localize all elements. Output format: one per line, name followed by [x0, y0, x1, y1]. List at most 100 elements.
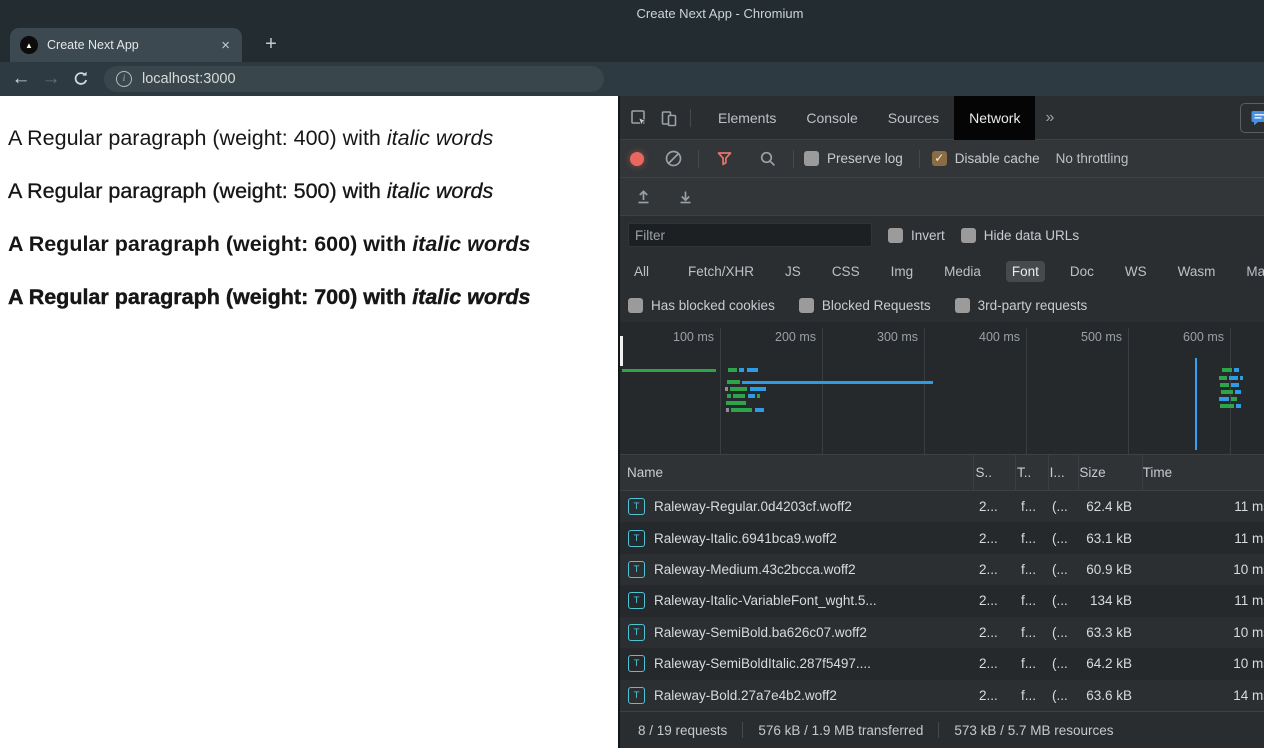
- blocked-requests-checkbox[interactable]: [798, 297, 814, 313]
- font-file-icon: T: [628, 623, 645, 641]
- network-request-row[interactable]: T Raleway-SemiBoldItalic.287f5497.... 2...…: [620, 648, 1264, 680]
- network-request-row[interactable]: T Raleway-Medium.43c2bcca.woff2 2... f... (.…: [620, 553, 1264, 586]
- filter-chip-all[interactable]: All: [628, 261, 655, 282]
- nextjs-favicon-icon: ▲: [20, 36, 38, 54]
- request-name: Raleway-SemiBold.ba626c07.woff2: [654, 624, 867, 640]
- back-button[interactable]: ←: [6, 68, 36, 90]
- column-header-time[interactable]: Time: [1136, 465, 1264, 480]
- timeline-gridline: [720, 328, 721, 454]
- request-name: Raleway-Italic.6941bca9.woff2: [654, 530, 837, 546]
- network-request-row[interactable]: T Raleway-SemiBold.ba626c07.woff2 2... f...…: [620, 616, 1264, 649]
- filter-chip-manifest[interactable]: Manifest: [1240, 261, 1264, 282]
- browser-tab[interactable]: ▲ Create Next App ×: [10, 28, 242, 62]
- tab-close-icon[interactable]: ×: [219, 37, 232, 54]
- inspect-element-icon[interactable]: [624, 103, 654, 133]
- request-type-cell: f...: [1021, 593, 1037, 609]
- devtools-tab-network[interactable]: Network: [954, 96, 1036, 140]
- timeline-gridline: [924, 328, 925, 454]
- filter-chip-img[interactable]: Img: [885, 261, 920, 282]
- import-har-icon[interactable]: [628, 182, 658, 212]
- hide-data-urls-checkbox[interactable]: [960, 227, 976, 243]
- request-initiator-cell: (...: [1052, 656, 1068, 672]
- request-type-cell: f...: [1021, 562, 1037, 578]
- filter-chip-doc[interactable]: Doc: [1064, 261, 1100, 282]
- devtools-tabbar: Elements Console Sources Network »: [620, 96, 1264, 140]
- request-status-cell: 2...: [979, 499, 998, 515]
- feedback-button[interactable]: [1240, 103, 1264, 133]
- reload-button[interactable]: [66, 70, 96, 88]
- paragraph-text: A Regular paragraph (weight: 600) with: [8, 232, 413, 256]
- filter-chip-js[interactable]: JS: [779, 261, 807, 282]
- filter-chip-media[interactable]: Media: [938, 261, 987, 282]
- more-tabs-icon[interactable]: »: [1035, 109, 1064, 127]
- filter-chip-font[interactable]: Font: [1005, 260, 1045, 282]
- font-file-icon: T: [628, 498, 645, 516]
- disable-cache-checkbox[interactable]: ✓: [931, 151, 947, 166]
- paragraph-text: A Regular paragraph (weight: 700) with: [8, 285, 413, 309]
- filter-chip-css[interactable]: CSS: [826, 261, 866, 282]
- address-bar[interactable]: i localhost:3000: [104, 66, 604, 92]
- devtools-tab-sources[interactable]: Sources: [873, 96, 954, 140]
- waterfall-bar: [1231, 383, 1239, 387]
- forward-button[interactable]: →: [36, 68, 66, 90]
- waterfall-bar: [1231, 397, 1237, 401]
- filter-chip-wasm[interactable]: Wasm: [1172, 261, 1222, 282]
- filter-chip-ws[interactable]: WS: [1119, 261, 1153, 282]
- has-blocked-cookies-checkbox[interactable]: [628, 297, 643, 313]
- clear-network-log-icon[interactable]: [658, 144, 688, 174]
- waterfall-bar: [728, 368, 737, 372]
- invert-checkbox[interactable]: [888, 227, 903, 243]
- record-network-log-button[interactable]: [630, 151, 644, 166]
- request-status-cell: 2...: [979, 687, 998, 703]
- network-request-row[interactable]: T Raleway-Bold.27a7e4b2.woff2 2... f... (...…: [620, 679, 1264, 711]
- disable-cache-label: Disable cache: [954, 151, 1040, 166]
- request-type-cell: f...: [1021, 687, 1037, 703]
- network-request-row[interactable]: T Raleway-Regular.0d4203cf.woff2 2... f... (…: [620, 491, 1264, 523]
- waterfall-bar: [727, 394, 731, 398]
- font-file-icon: T: [628, 592, 645, 610]
- paragraph-italic-text: italic words: [412, 232, 531, 256]
- timeline-label: 600 ms: [1183, 330, 1224, 344]
- preserve-log-checkbox[interactable]: [804, 151, 819, 166]
- waterfall-bar: [755, 408, 764, 412]
- filter-chip-fetch-xhr[interactable]: Fetch/XHR: [682, 261, 760, 282]
- request-status-cell: 2...: [979, 624, 998, 640]
- column-header-s-[interactable]: S..: [968, 465, 1010, 480]
- blocked-requests-label: Blocked Requests: [821, 297, 931, 313]
- font-file-icon: T: [628, 561, 645, 579]
- export-har-icon[interactable]: [670, 182, 700, 212]
- request-initiator-cell: (...: [1052, 499, 1068, 515]
- request-filter-checkboxes: Has blocked cookies Blocked Requests 3rd-p…: [620, 288, 1264, 322]
- paragraph-italic-text: italic words: [412, 285, 531, 309]
- font-file-icon: T: [628, 529, 645, 547]
- throttling-select[interactable]: No throttling: [1056, 151, 1129, 166]
- devtools-tab-console[interactable]: Console: [791, 96, 872, 140]
- network-overview-timeline[interactable]: 100 ms 200 ms 300 ms 400 ms 500 ms 600 ms: [620, 322, 1264, 455]
- har-toolbar: [620, 178, 1264, 216]
- site-info-icon[interactable]: i: [116, 71, 132, 87]
- network-request-row[interactable]: T Raleway-Italic.6941bca9.woff2 2... f... (.…: [620, 522, 1264, 554]
- column-header-name[interactable]: Name: [620, 465, 968, 480]
- request-size-cell: 60.9 kB: [1086, 562, 1132, 578]
- paragraph-weight-600: A Regular paragraph (weight: 600) with i…: [8, 232, 530, 257]
- waterfall-bar: [1219, 397, 1229, 401]
- search-icon[interactable]: [753, 144, 783, 174]
- waterfall-bar: [748, 394, 755, 398]
- status-bar-item: 573 kB / 5.7 MB resources: [954, 722, 1114, 738]
- 3rd-party-requests-checkbox[interactable]: [954, 297, 970, 313]
- new-tab-button[interactable]: +: [258, 31, 284, 57]
- request-status-cell: 2...: [979, 656, 998, 672]
- waterfall-bar: [1220, 383, 1229, 387]
- request-time-cell: 10 ms: [1233, 562, 1264, 578]
- network-request-row[interactable]: T Raleway-Italic-VariableFont_wght.5... 2.…: [620, 585, 1264, 617]
- font-file-icon: T: [628, 655, 645, 673]
- device-toolbar-icon[interactable]: [654, 103, 684, 133]
- timeline-left-handle[interactable]: [620, 336, 623, 366]
- network-filter-input[interactable]: [628, 223, 872, 247]
- timeline-label: 500 ms: [1081, 330, 1122, 344]
- devtools-status-bar: 8 / 19 requests 576 kB / 1.9 MB transferr…: [620, 711, 1264, 748]
- filter-funnel-icon[interactable]: [709, 144, 739, 174]
- request-time-cell: 10 ms: [1233, 624, 1264, 640]
- column-header-size[interactable]: Size: [1072, 465, 1135, 480]
- devtools-tab-elements[interactable]: Elements: [703, 96, 791, 140]
